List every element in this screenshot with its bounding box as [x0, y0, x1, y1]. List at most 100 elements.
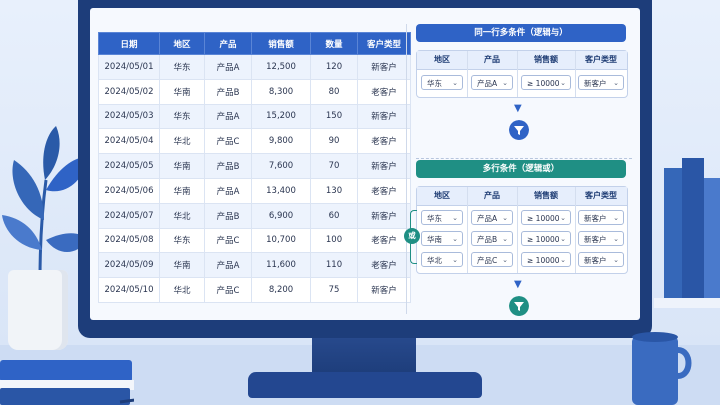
col-header-region[interactable]: 地区	[159, 32, 205, 55]
cell-qty: 60	[310, 202, 358, 229]
chevron-down-icon: ⌄	[452, 235, 458, 243]
table-body: 2024/05/01 华东 产品A 12,500 120 新客户 2024/05/02 华南产…	[98, 54, 411, 303]
cell-product: 产品C	[204, 128, 252, 155]
cell-product: 产品A	[204, 252, 252, 279]
cell-qty: 130	[310, 177, 358, 204]
cell-sales: 12,500	[251, 54, 311, 80]
or-select-product[interactable]: 产品B ⌄	[471, 231, 513, 246]
cell-customer-type: 老客户	[357, 177, 411, 204]
or-select-region[interactable]: 华东 ⌄	[421, 210, 463, 225]
cell-qty: 80	[310, 78, 358, 105]
cell-sales: 11,600	[251, 252, 311, 279]
or-select-customer-type[interactable]: 新客户 ⌄	[578, 210, 624, 225]
table-row[interactable]: 2024/05/05 华南 产品B 7,600 70 新客户	[98, 153, 411, 179]
cell-product: 产品B	[204, 202, 252, 229]
cell-region: 华南	[159, 252, 205, 279]
or-select-product[interactable]: 产品A ⌄	[471, 210, 513, 225]
cell-region: 华东	[159, 103, 205, 130]
and-select-customer-type[interactable]: 新客户 ⌄	[578, 75, 624, 90]
col-header-date[interactable]: 日期	[98, 32, 160, 55]
cell-customer-type: 老客户	[357, 128, 411, 155]
cell-sales: 8,200	[251, 277, 311, 303]
table-row[interactable]: 2024/05/10 华北 产品C 8,200 75 新客户	[98, 277, 411, 303]
horizontal-divider	[416, 158, 632, 159]
cell-sales: 10,700	[251, 227, 311, 254]
or-select-region-value: 华南	[427, 235, 442, 244]
and-select-region[interactable]: 华东 ⌄	[421, 75, 463, 90]
cell-date: 2024/05/05	[98, 153, 160, 179]
or-select-sales[interactable]: ≥ 10000 ⌄	[521, 231, 571, 246]
or-header-region: 地区	[434, 191, 450, 200]
cell-region: 华东	[159, 227, 205, 254]
chevron-down-icon: ⌄	[613, 79, 619, 87]
table-row[interactable]: 2024/05/01 华东 产品A 12,500 120 新客户	[98, 54, 411, 80]
cell-product: 产品B	[204, 153, 252, 179]
or-select-sales[interactable]: ≥ 10000 ⌄	[521, 252, 571, 267]
table-row[interactable]: 2024/05/08 华东 产品C 10,700 100 老客户	[98, 227, 411, 254]
chevron-down-icon: ⌄	[502, 79, 508, 87]
cell-date: 2024/05/09	[98, 252, 160, 279]
table-header-row: 日期 地区 产品 销售额 数量 客户类型	[98, 32, 411, 55]
table-row[interactable]: 2024/05/02 华南 产品B 8,300 80 老客户	[98, 78, 411, 105]
or-panel-title: 多行条件（逻辑或）	[416, 160, 626, 178]
chevron-down-icon: ⌄	[613, 256, 619, 264]
or-select-product[interactable]: 产品C ⌄	[471, 252, 513, 267]
table-row[interactable]: 2024/05/07 华北 产品B 6,900 60 新客户	[98, 202, 411, 229]
table-row[interactable]: 2024/05/04 华北 产品C 9,800 90 老客户	[98, 128, 411, 155]
and-panel-title: 同一行多条件（逻辑与）	[416, 24, 626, 42]
cell-qty: 70	[310, 153, 358, 179]
and-header-customer-type: 客户类型	[585, 55, 617, 64]
or-criteria-box: 地区 产品 销售额 客户类型 华东 ⌄ 产品A ⌄ ≥ 10000 ⌄ 新客户 ⌄ 华南 ⌄ 产品B…	[416, 186, 628, 274]
or-header-sales: 销售额	[534, 191, 558, 200]
col-header-qty[interactable]: 数量	[310, 32, 358, 55]
or-select-sales-value: ≥ 10000	[527, 235, 560, 244]
or-header-customer-type: 客户类型	[585, 191, 617, 200]
cell-date: 2024/05/06	[98, 177, 160, 204]
chevron-down-icon: ⌄	[560, 79, 566, 87]
and-criteria-box: 地区 产品 销售额 客户类型 华东 ⌄ 产品A ⌄ ≥ 10000 ⌄ 新客户 ⌄	[416, 50, 628, 98]
or-select-customer-type[interactable]: 新客户 ⌄	[578, 252, 624, 267]
shelf-books	[654, 158, 720, 308]
cell-qty: 150	[310, 103, 358, 130]
screen: 日期 地区 产品 销售额 数量 客户类型 2024/05/01 华东 产品A 12,5…	[90, 8, 640, 320]
cell-sales: 7,600	[251, 153, 311, 179]
col-header-product[interactable]: 产品	[204, 32, 252, 55]
table-row[interactable]: 2024/05/03 华东 产品A 15,200 150 新客户	[98, 103, 411, 130]
col-header-sales[interactable]: 销售额	[251, 32, 311, 55]
coffee-mug	[632, 332, 692, 405]
table-row[interactable]: 2024/05/09 华南 产品A 11,600 110 老客户	[98, 252, 411, 279]
or-select-region[interactable]: 华南 ⌄	[421, 231, 463, 246]
and-select-region-value: 华东	[427, 79, 442, 88]
or-criteria-header: 地区 产品 销售额 客户类型	[417, 187, 627, 206]
or-select-customer-type-value: 新客户	[584, 256, 607, 265]
or-select-region[interactable]: 华北 ⌄	[421, 252, 463, 267]
or-select-customer-type[interactable]: 新客户 ⌄	[578, 231, 624, 246]
cell-customer-type: 老客户	[357, 252, 411, 279]
and-header-region: 地区	[434, 55, 450, 64]
col-header-customer-type[interactable]: 客户类型	[357, 32, 411, 55]
cell-date: 2024/05/01	[98, 54, 160, 80]
cell-customer-type: 老客户	[357, 78, 411, 105]
or-select-sales[interactable]: ≥ 10000 ⌄	[521, 210, 571, 225]
and-select-sales[interactable]: ≥ 10000 ⌄	[521, 75, 571, 90]
cell-qty: 120	[310, 54, 358, 80]
or-select-customer-type-value: 新客户	[584, 214, 607, 223]
funnel-icon[interactable]	[509, 120, 529, 140]
cell-product: 产品C	[204, 227, 252, 254]
table-row[interactable]: 2024/05/06 华南 产品A 13,400 130 老客户	[98, 177, 411, 204]
and-select-product[interactable]: 产品A ⌄	[471, 75, 513, 90]
funnel-icon[interactable]	[509, 296, 529, 316]
cell-region: 华南	[159, 78, 205, 105]
cell-customer-type: 新客户	[357, 54, 411, 80]
cell-product: 产品B	[204, 78, 252, 105]
chevron-down-icon: ⌄	[560, 235, 566, 243]
cell-sales: 15,200	[251, 103, 311, 130]
cell-qty: 110	[310, 252, 358, 279]
vertical-divider	[406, 24, 407, 314]
or-badge: 或	[404, 228, 420, 244]
monitor: 日期 地区 产品 销售额 数量 客户类型 2024/05/01 华东 产品A 12,5…	[78, 0, 652, 338]
cell-sales: 6,900	[251, 202, 311, 229]
or-header-product: 产品	[484, 191, 500, 200]
chevron-down-icon: ⌄	[502, 235, 508, 243]
or-select-product-value: 产品B	[477, 235, 498, 244]
